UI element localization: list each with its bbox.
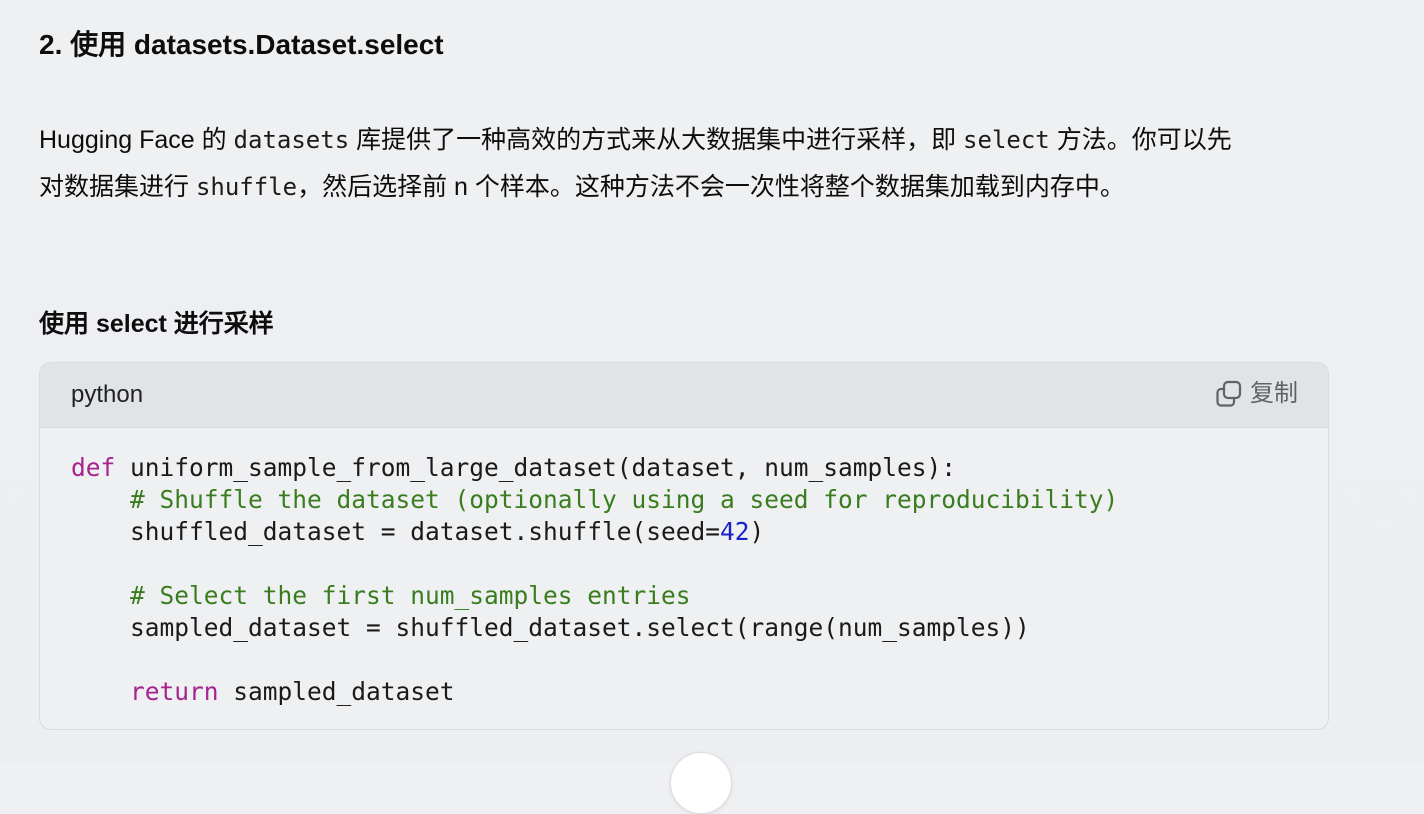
copy-label: 复制 xyxy=(1250,380,1298,407)
code-text: ) xyxy=(749,517,765,546)
description-paragraph: Hugging Face 的 datasets 库提供了一种高效的方式来从大数据… xyxy=(39,117,1249,211)
code-line: def uniform_sample_from_large_dataset(da… xyxy=(71,452,1308,484)
scroll-to-bottom-button[interactable] xyxy=(670,752,732,814)
code-content[interactable]: def uniform_sample_from_large_dataset(da… xyxy=(71,452,1308,708)
section-heading: 2. 使用 datasets.Dataset.select xyxy=(39,29,444,60)
code-line: # Select the first num_samples entries xyxy=(71,580,1308,612)
code-line: # Shuffle the dataset (optionally using … xyxy=(71,484,1308,516)
copy-code-button[interactable]: 复制 xyxy=(1214,377,1298,411)
code-line: return sampled_dataset xyxy=(71,676,1308,708)
inline-code: select xyxy=(963,126,1050,154)
paragraph-text: 库提供了一种高效的方式来从大数据集中进行采样，即 xyxy=(349,126,964,154)
paragraph-text: ，然后选择前 n 个样本。这种方法不会一次性将整个数据集加载到内存中。 xyxy=(297,173,1125,201)
code-comment: # Shuffle the dataset (optionally using … xyxy=(130,485,1119,514)
copy-icon xyxy=(1214,379,1244,409)
code-line: sampled_dataset = shuffled_dataset.selec… xyxy=(71,612,1308,644)
code-text: uniform_sample_from_large_dataset(datase… xyxy=(115,453,957,482)
code-number: 42 xyxy=(720,517,750,546)
subsection-heading: 使用 select 进行采样 xyxy=(39,310,274,338)
paragraph-text: Hugging Face 的 xyxy=(39,126,234,154)
inline-code: datasets xyxy=(233,126,350,154)
code-text: sampled_dataset xyxy=(218,677,455,706)
code-comment: # Select the first num_samples entries xyxy=(130,581,691,610)
code-keyword: def xyxy=(71,453,116,482)
code-block-header: python 复制 xyxy=(40,363,1328,428)
code-line: shuffled_dataset = dataset.shuffle(seed=… xyxy=(71,516,1308,548)
inline-code: shuffle xyxy=(195,173,298,201)
code-block: python 复制 def uniform_sample_from_large_… xyxy=(39,362,1329,730)
code-keyword: return xyxy=(130,677,219,706)
code-text: shuffled_dataset = dataset.shuffle(seed= xyxy=(71,517,721,546)
code-language-label: python xyxy=(71,381,144,408)
code-text: sampled_dataset = shuffled_dataset.selec… xyxy=(71,613,1030,642)
